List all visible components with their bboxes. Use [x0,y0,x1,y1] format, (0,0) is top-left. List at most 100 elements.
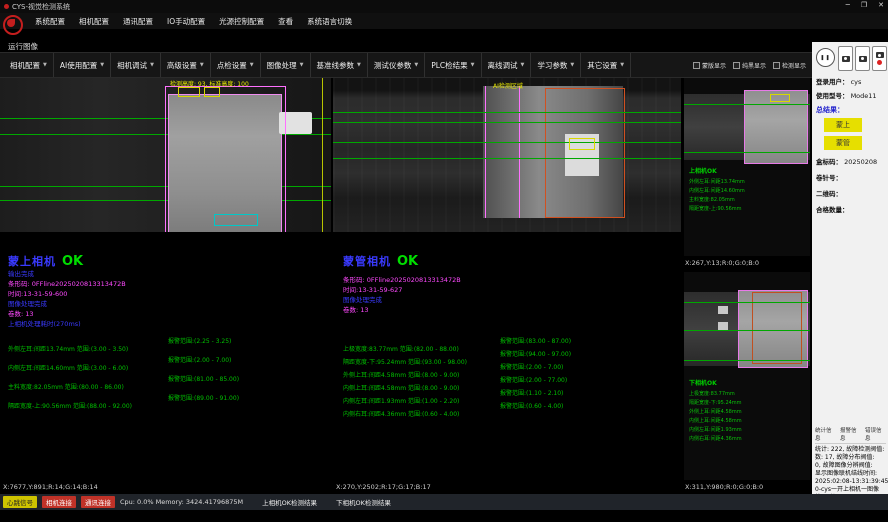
green-guide-line [333,112,681,113]
menu-item-io-manual[interactable]: IO手动配置 [160,16,212,27]
camera-image-right[interactable]: AI检测区域 [333,78,681,232]
toolbar-label: 测试仪参数 [374,60,412,71]
output-status: 输出完成 [8,268,34,278]
toolbar-button-plc-result[interactable]: PLC检结果 ▼ [425,53,481,77]
record-button[interactable] [872,46,887,71]
stats-line: 数: 17, 故障分布阀值: [815,454,886,462]
top-camera-result-text: 上相机OK检测结果 [262,497,317,507]
stats-tab[interactable]: 统计信息 [815,426,836,442]
roi-box-yellow [770,94,790,102]
bright-part [718,322,728,330]
measurement-text: 内侧右耳:间距4.36mm 范围:(0.60 - 4.00) [343,411,459,418]
measurement-row: 内侧左耳:间距14.60mm 范围:(3.00 - 6.00) 报警范围:(2.… [8,355,331,374]
login-user-value: cys [851,78,862,86]
toolbar-button-baseline-params[interactable]: 基准线参数 ▼ [311,53,368,77]
roi-box-yellow [204,87,220,97]
stats-tab[interactable]: 错误信息 [865,426,886,442]
toolbar-label: 离线调试 [488,60,518,71]
count-text: 卷数: 13 [343,304,369,314]
checkbox-mask-display[interactable]: 蒙版显示 [693,61,726,70]
alarm-range-text: 报警范围:(2.00 - 77.00) [500,375,567,384]
result-box-bottom: 蒙管 [824,136,862,150]
toolbar-button-advanced[interactable]: 高级设置 ▼ [161,53,211,77]
toolbar: 相机配置 ▼ AI使用配置 ▼ 相机调试 ▼ 高级设置 ▼ 点检设置 ▼ 图像处… [0,52,812,78]
small-view-top[interactable]: 上相机OK 外侧左耳:间距13.74mm 内侧左耳:间距14.60mm 主料宽度… [683,78,811,256]
toolbar-label: 高级设置 [167,60,197,71]
toolbar-button-other-settings[interactable]: 其它设置 ▼ [581,53,631,77]
roi-box-orange [545,88,625,218]
checkbox-icon [693,62,700,69]
toolbar-button-image-process[interactable]: 图像处理 ▼ [261,53,311,77]
run-view-label: 运行图像 [8,41,38,52]
toolbar-button-ai-config[interactable]: AI使用配置 ▼ [54,53,111,77]
maximize-icon[interactable]: ❐ [861,1,867,9]
camera-image-left[interactable]: 检测高度: 93, 标准高度: 100 [0,78,331,232]
chevron-down-icon: ▼ [250,62,254,68]
camera-view-right[interactable]: AI检测区域 蒙管相机OK 条形码: 0FFline20250208133134… [333,78,681,482]
stats-line: 0-cys一开上相机一图像 [815,486,886,494]
menu-item-system-config[interactable]: 系统配置 [28,16,72,27]
pause-button[interactable]: ❚❚ [816,48,835,67]
record-dot-icon [877,60,882,65]
menu-item-light-control[interactable]: 光源控制配置 [212,16,271,27]
close-icon[interactable]: ✕ [878,1,884,9]
display-options: 蒙版显示 纯黑显示 检测显示 [693,61,812,70]
model-label: 使用型号： [816,92,849,100]
cpu-memory-text: Cpu: 0.0% Memory: 3424.41796875M [120,498,243,506]
measurement-text: 主料宽度:82.05mm 范围:(80.00 - 86.00) [8,384,124,391]
measurement-text: 上极宽度:83.77mm [689,390,735,397]
camera-top-button[interactable] [838,46,853,71]
checkbox-black-display[interactable]: 纯黑显示 [733,61,766,70]
green-guide-line [333,158,681,159]
chevron-down-icon: ▼ [300,62,304,68]
minimize-icon[interactable]: ─ [846,1,850,9]
roi-box-yellow [569,138,595,150]
pixel-coordinates-small-bottom: X:311,Y:980;R:0;G:0;B:0 [685,483,763,491]
menu-item-camera-config[interactable]: 相机配置 [72,16,116,27]
small-image-bottom[interactable]: 下相机OK 上极宽度:83.77mm 隔距宽度-下:95.24mm 外侧上耳:间… [684,272,810,480]
toolbar-button-offline-debug[interactable]: 离线调试 ▼ [482,53,532,77]
stats-tab[interactable]: 报警信息 [840,426,861,442]
toolbar-button-learn-params[interactable]: 学习参数 ▼ [531,53,581,77]
green-guide-line [684,104,810,105]
camera-result-title: 蒙管相机OK [343,250,418,269]
toolbar-button-spot-check[interactable]: 点检设置 ▼ [211,53,261,77]
pixel-coordinates-left: X:7677,Y:891;R:14;G:14;B:14 [3,483,98,491]
title-bar: CYS-视觉检测系统 ─ ❐ ✕ [0,0,888,13]
barcode-text: 条形码: 0FFline2025020813313472B [343,274,461,284]
checkbox-detect-display[interactable]: 检测显示 [773,61,806,70]
measurement-text: 内侧右耳:间距4.36mm [689,435,742,442]
checkbox-icon [733,62,740,69]
menu-item-language[interactable]: 系统语言切换 [300,16,359,27]
menu-item-comm-config[interactable]: 通讯配置 [116,16,160,27]
menu-item-view[interactable]: 查看 [271,16,300,27]
chevron-down-icon: ▼ [150,62,154,68]
comm-connection-badge: 通讯连接 [81,496,115,508]
small-image-top[interactable]: 上相机OK 外侧左耳:间距13.74mm 内侧左耳:间距14.60mm 主料宽度… [684,78,810,256]
measurement-text: 内侧左耳:间距14.60mm 范围:(3.00 - 6.00) [8,365,128,372]
field-pass-count: 合格数量： [816,204,849,214]
result-box-top: 蒙上 [824,118,862,132]
toolbar-button-camera-config[interactable]: 相机配置 ▼ [4,53,54,77]
process-status: 图像处理完成 [8,298,47,308]
roi-box-yellow [178,87,200,97]
camera-icon [842,56,850,62]
measurement-text: 外侧左耳:间距13.74mm 范围:(3.00 - 3.50) [8,346,128,353]
camera-bottom-button[interactable] [855,46,870,71]
measurement-text: 隔距宽度-下:95.24mm [689,399,742,406]
camera-icon [876,52,884,58]
toolbar-button-camera-debug[interactable]: 相机调试 ▼ [111,53,161,77]
camera-connection-badge: 相机连接 [42,496,76,508]
toolbar-label: 相机配置 [10,60,40,71]
field-label: 二维码： [816,190,842,198]
field-needle-number: 卷针号： [816,172,842,182]
field-label: 卷针号： [816,174,842,182]
measurement-row: 内侧右耳:间距4.36mm 范围:(0.60 - 4.00) 报警范围:(0.6… [343,401,681,420]
alarm-range-text: 报警范围:(2.00 - 7.00) [500,362,563,371]
toolbar-label: 学习参数 [537,60,567,71]
toolbar-button-test-params[interactable]: 测试仪参数 ▼ [368,53,425,77]
checkbox-label: 检测显示 [782,61,806,70]
small-view-bottom[interactable]: 下相机OK 上极宽度:83.77mm 隔距宽度-下:95.24mm 外侧上耳:间… [683,272,811,480]
camera-view-left[interactable]: 检测高度: 93, 标准高度: 100 蒙上相机OK 输出完成 条形码: 0FF… [0,78,331,482]
time-text: 时间:13-31-59-600 [8,288,67,298]
